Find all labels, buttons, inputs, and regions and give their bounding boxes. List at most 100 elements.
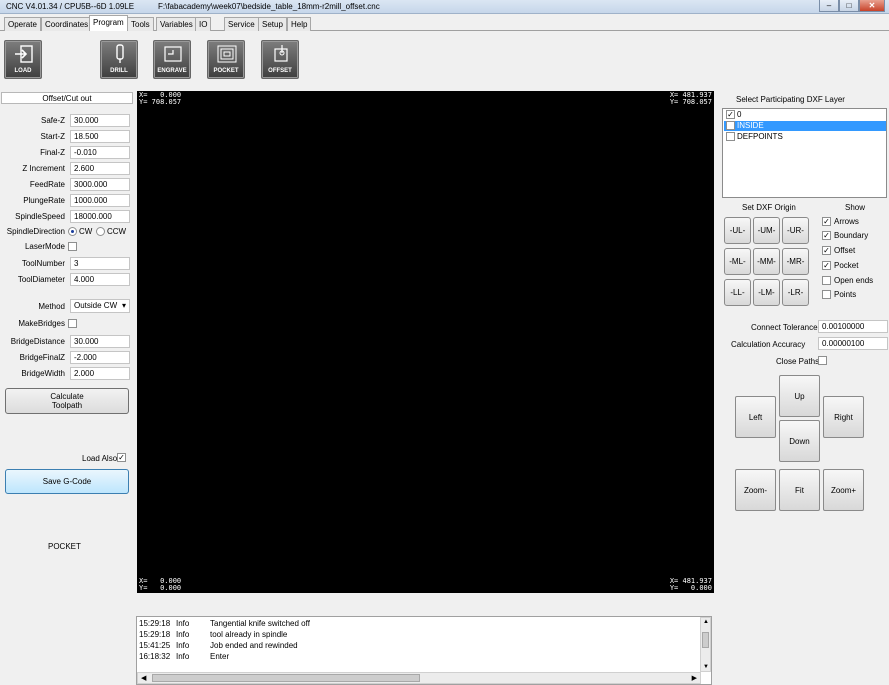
plungerate-label: PlungeRate [23, 196, 65, 205]
layer-name: INSIDE [737, 121, 764, 130]
save-gcode-button[interactable]: Save G-Code [5, 469, 129, 494]
close-button[interactable]: ✕ [859, 0, 885, 12]
laser-mode-label: LaserMode [24, 242, 65, 251]
zoom-out-button[interactable]: Zoom- [735, 469, 776, 511]
laser-mode-checkbox[interactable] [68, 242, 77, 251]
bridgewidth-input[interactable]: 2.000 [70, 367, 130, 380]
tab-io[interactable]: IO [195, 17, 212, 31]
origin-mr-button[interactable]: -MR- [782, 248, 809, 275]
calculate-toolpath-button[interactable]: Calculate Toolpath [5, 388, 129, 414]
cw-label: CW [79, 227, 93, 236]
chevron-down-icon: ▾ [121, 301, 126, 310]
plungerate-input[interactable]: 1000.000 [70, 194, 130, 207]
final-z-input[interactable]: -0.010 [70, 146, 130, 159]
mode-label: POCKET [48, 542, 81, 551]
z-increment-input[interactable]: 2.600 [70, 162, 130, 175]
log-message: Tangential knife switched off [210, 619, 310, 628]
tab-program[interactable]: Program [89, 15, 128, 31]
method-label: Method [38, 302, 65, 311]
log-time: 16:18:32 [139, 652, 171, 661]
engrave-button[interactable]: ENGRAVE [153, 40, 191, 79]
toolpath-canvas[interactable]: X= 0.000 Y= 708.057 X= 481.937 Y= 708.05… [137, 91, 714, 593]
drill-label: DRILL [110, 68, 128, 74]
make-bridges-checkbox[interactable] [68, 319, 77, 328]
toolnumber-input[interactable]: 3 [70, 257, 130, 270]
right-button[interactable]: Right [823, 396, 864, 438]
layer-item-defpoints[interactable]: DEFPOINTS [724, 132, 886, 142]
pocket-button[interactable]: POCKET [207, 40, 245, 79]
safe-z-input[interactable]: 30.000 [70, 114, 130, 127]
left-button[interactable]: Left [735, 396, 776, 438]
arrows-checkbox[interactable]: ✓ [822, 217, 831, 226]
toolpath-label: Toolpath [51, 401, 83, 410]
origin-ll-button[interactable]: -LL- [724, 279, 751, 306]
layer-checkbox[interactable] [726, 132, 735, 141]
open-ends-checkbox[interactable] [822, 276, 831, 285]
offset-label: OFFSET [268, 68, 292, 74]
offset-checkbox[interactable]: ✓ [822, 246, 831, 255]
boundary-checkbox[interactable]: ✓ [822, 231, 831, 240]
maximize-button[interactable]: □ [839, 0, 859, 12]
pocket-checkbox[interactable]: ✓ [822, 261, 831, 270]
origin-mm-button[interactable]: -MM- [753, 248, 780, 275]
start-z-input[interactable]: 18.500 [70, 130, 130, 143]
scroll-up-icon: ▲ [703, 619, 709, 625]
origin-ur-button[interactable]: -UR- [782, 217, 809, 244]
log-level: Info [176, 641, 190, 650]
cw-radio[interactable] [68, 227, 77, 236]
tab-variables[interactable]: Variables [156, 17, 197, 31]
offset-icon [274, 45, 288, 62]
load-button[interactable]: LOAD [4, 40, 42, 79]
log-time: 15:29:18 [139, 619, 171, 628]
engrave-label: ENGRAVE [157, 68, 187, 74]
window-title: CNC V4.01.34 / CPU5B--6D 1.09LE [6, 2, 135, 11]
bridgefinalz-input[interactable]: -2.000 [70, 351, 130, 364]
layer-title: Select Participating DXF Layer [736, 95, 845, 104]
origin-um-button[interactable]: -UM- [753, 217, 780, 244]
method-select[interactable]: Outside CW ▾ [70, 299, 130, 313]
points-checkbox[interactable] [822, 290, 831, 299]
connect-tolerance-input[interactable]: 0.00100000 [818, 320, 888, 333]
log-time: 15:41:25 [139, 641, 171, 650]
layer-item-0[interactable]: ✓ 0 [724, 110, 886, 120]
down-button[interactable]: Down [779, 420, 820, 462]
up-button[interactable]: Up [779, 375, 820, 417]
feedrate-input[interactable]: 3000.000 [70, 178, 130, 191]
ccw-radio[interactable] [96, 227, 105, 236]
tab-setup[interactable]: Setup [258, 17, 287, 31]
tooldiameter-input[interactable]: 4.000 [70, 273, 130, 286]
tab-service[interactable]: Service [224, 17, 259, 31]
vertical-scrollbar[interactable]: ▲ ▼ [700, 617, 711, 672]
make-bridges-label: MakeBridges [18, 319, 65, 328]
offset-button[interactable]: OFFSET [261, 40, 299, 79]
close-paths-checkbox[interactable] [818, 356, 827, 365]
method-value: Outside CW [74, 301, 118, 310]
open-ends-label: Open ends [834, 276, 874, 285]
load-also-checkbox[interactable]: ✓ [117, 453, 126, 462]
minimize-button[interactable]: – [819, 0, 839, 12]
calculation-accuracy-input[interactable]: 0.00000100 [818, 337, 888, 350]
zoom-in-button[interactable]: Zoom+ [823, 469, 864, 511]
spindlespeed-input[interactable]: 18000.000 [70, 210, 130, 223]
tab-operate[interactable]: Operate [4, 17, 41, 31]
bridgedistance-input[interactable]: 30.000 [70, 335, 130, 348]
origin-lr-button[interactable]: -LR- [782, 279, 809, 306]
scroll-thumb[interactable] [702, 632, 709, 648]
origin-ul-button[interactable]: -UL- [724, 217, 751, 244]
scroll-thumb[interactable] [152, 674, 420, 682]
dxf-layer-list[interactable]: ✓ 0 INSIDE DEFPOINTS [722, 108, 887, 198]
layer-checkbox[interactable]: ✓ [726, 110, 735, 119]
spindle-direction-label: SpindleDirection [6, 227, 65, 236]
drill-button[interactable]: DRILL [100, 40, 138, 79]
fit-button[interactable]: Fit [779, 469, 820, 511]
layer-item-inside[interactable]: INSIDE [724, 121, 886, 131]
coord-top-left: X= 0.000 Y= 708.057 [139, 91, 182, 106]
tab-tools[interactable]: Tools [127, 17, 154, 31]
horizontal-scrollbar[interactable]: ◀ ▶ [137, 672, 701, 684]
menu-tabs: Operate Coordinates Program Tools Variab… [0, 15, 889, 31]
layer-checkbox[interactable] [726, 121, 735, 130]
tab-coordinates[interactable]: Coordinates [41, 17, 93, 31]
tab-help[interactable]: Help [287, 17, 312, 31]
origin-lm-button[interactable]: -LM- [753, 279, 780, 306]
origin-ml-button[interactable]: -ML- [724, 248, 751, 275]
